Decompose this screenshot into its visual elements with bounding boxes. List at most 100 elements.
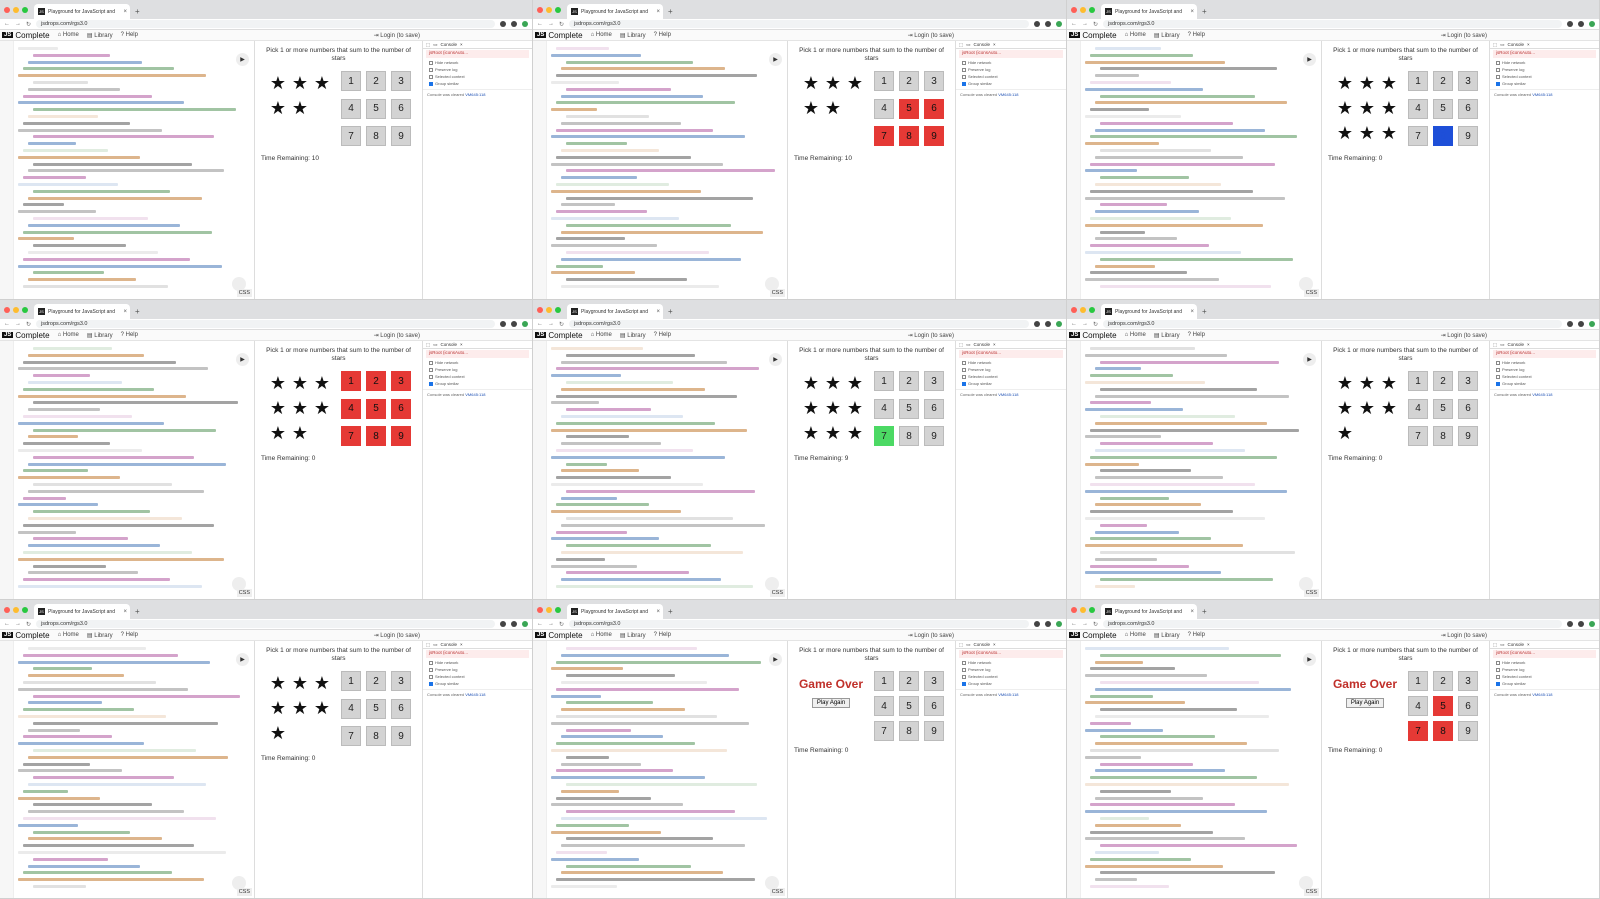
option-selected-context[interactable]: Selected context [1490,373,1599,380]
number-button-5[interactable]: 5 [1433,398,1453,419]
number-button-7[interactable]: 7 [874,721,894,741]
reload-icon[interactable]: ↻ [559,621,564,628]
extension-icon[interactable] [1045,321,1051,327]
css-tab[interactable]: CSS [1303,589,1319,597]
number-button-2[interactable]: 2 [366,71,386,91]
forward-icon[interactable]: → [548,321,554,327]
run-button[interactable]: ▶ [236,653,249,666]
login-link[interactable]: ⇥ Login (to save) [908,632,954,639]
log-source-link[interactable]: VM645:118 [1532,92,1552,97]
extension-icon[interactable] [1034,21,1040,27]
logo[interactable]: JS Complete [535,331,583,340]
device-icon[interactable]: ▭ [433,642,437,648]
browser-tab[interactable]: JS Playground for JavaScript and × [567,604,663,619]
back-icon[interactable]: ← [1071,621,1077,627]
number-button-7[interactable]: 7 [1408,426,1428,447]
number-button-5[interactable]: 5 [1433,98,1453,119]
number-button-3[interactable]: 3 [1458,371,1478,391]
back-icon[interactable]: ← [537,321,543,327]
option-group-similar[interactable]: Group similar [423,680,532,687]
back-icon[interactable]: ← [4,321,10,327]
minimize-window-icon[interactable] [546,6,552,13]
log-source-link[interactable]: VM645:118 [998,92,1018,97]
extension-icon[interactable] [511,21,517,27]
close-devtools-icon[interactable]: × [993,342,996,347]
browser-tab[interactable]: JS Playground for JavaScript and × [34,4,130,19]
option-preserve-log[interactable]: Preserve log [956,66,1066,73]
extension-icon[interactable] [522,321,528,327]
login-link[interactable]: ⇥ Login (to save) [1441,632,1487,639]
number-button-2[interactable]: 2 [899,671,919,691]
close-tab-icon[interactable]: × [1190,9,1194,15]
option-hide-network[interactable]: Hide network [956,59,1066,66]
nav-home[interactable]: ⌂ Home [591,332,612,338]
number-button-5[interactable]: 5 [1433,696,1453,716]
minimize-window-icon[interactable] [1080,306,1086,313]
extension-icon[interactable] [522,621,528,627]
inspect-icon[interactable]: ⬚ [959,342,963,348]
extension-icon[interactable] [500,21,506,27]
logo[interactable]: JS Complete [2,31,50,40]
number-button-2[interactable]: 2 [366,671,386,691]
css-tab[interactable]: CSS [769,289,785,297]
nav-home[interactable]: ⌂ Home [591,32,612,38]
number-button-6[interactable]: 6 [391,398,411,419]
reload-icon[interactable]: ↻ [26,21,31,28]
number-button-9[interactable]: 9 [1458,721,1478,741]
nav-home[interactable]: ⌂ Home [58,632,79,638]
number-button-4[interactable]: 4 [874,696,894,716]
extension-icon[interactable] [1045,21,1051,27]
option-hide-network[interactable]: Hide network [956,659,1066,666]
log-source-link[interactable]: VM645:118 [465,92,485,97]
extension-icon[interactable] [1045,621,1051,627]
new-tab-button[interactable]: + [1202,307,1207,316]
number-button-7[interactable]: 7 [341,126,361,147]
console-filter-input[interactable]: jsRoot (iconsAuto... [959,50,1063,58]
css-tab[interactable]: CSS [1303,888,1319,896]
browser-tab[interactable]: JS Playground for JavaScript and × [567,4,663,19]
login-link[interactable]: ⇥ Login (to save) [1441,332,1487,339]
reload-icon[interactable]: ↻ [1093,21,1098,28]
nav-help[interactable]: ? Help [654,632,671,638]
nav-library[interactable]: ▤ Library [620,332,646,339]
close-window-icon[interactable] [1071,306,1077,313]
nav-help[interactable]: ? Help [654,332,671,338]
number-button-4[interactable]: 4 [1408,98,1428,119]
forward-icon[interactable]: → [15,321,21,327]
forward-icon[interactable]: → [548,621,554,627]
tab-console[interactable]: Console [1508,642,1525,647]
close-window-icon[interactable] [537,306,543,313]
maximize-window-icon[interactable] [555,6,561,13]
url-field[interactable]: jsdrops.com/rgs3.0 [36,20,495,28]
option-group-similar[interactable]: Group similar [1490,380,1599,387]
back-icon[interactable]: ← [537,21,543,27]
option-selected-context[interactable]: Selected context [956,373,1066,380]
url-field[interactable]: jsdrops.com/rgs3.0 [569,320,1029,328]
number-button-1[interactable]: 1 [1408,371,1428,391]
reload-icon[interactable]: ↻ [26,621,31,628]
number-button-7[interactable]: 7 [1408,126,1428,147]
extension-icon[interactable] [511,321,517,327]
option-hide-network[interactable]: Hide network [956,359,1066,366]
number-button-6[interactable]: 6 [1458,98,1478,119]
logo[interactable]: JS Complete [2,331,50,340]
number-button-1[interactable]: 1 [341,71,361,91]
console-filter-input[interactable]: jsRoot (iconsAuto... [959,350,1063,358]
login-link[interactable]: ⇥ Login (to save) [374,632,420,639]
option-preserve-log[interactable]: Preserve log [423,66,532,73]
new-tab-button[interactable]: + [1202,7,1207,16]
log-source-link[interactable]: VM645:118 [998,692,1018,697]
close-tab-icon[interactable]: × [656,309,660,315]
number-button-7[interactable]: 7 [874,426,894,447]
browser-tab[interactable]: JS Playground for JavaScript and × [34,304,130,319]
run-button[interactable]: ▶ [769,653,782,666]
css-tab[interactable]: CSS [236,289,252,297]
option-selected-context[interactable]: Selected context [1490,73,1599,80]
option-selected-context[interactable]: Selected context [956,673,1066,680]
extension-icon[interactable] [1056,21,1062,27]
number-button-2[interactable]: 2 [899,71,919,91]
logo[interactable]: JS Complete [2,631,50,640]
tab-console[interactable]: Console [974,642,991,647]
number-button-4[interactable]: 4 [874,98,894,119]
extension-icon[interactable] [522,21,528,27]
